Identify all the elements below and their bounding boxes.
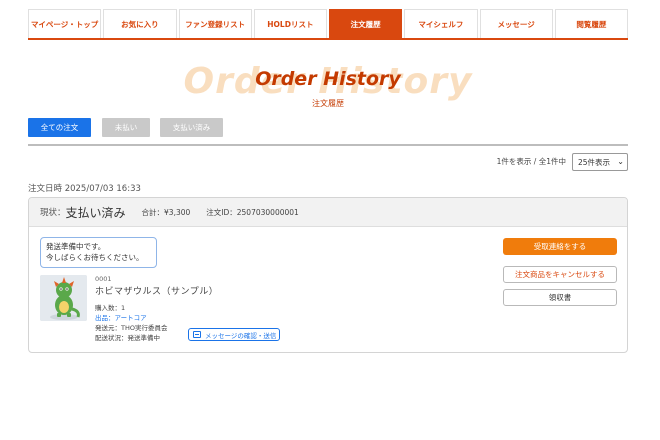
shipping-status: 配送状況：発送準備中: [95, 334, 160, 342]
tab-messages[interactable]: メッセージ: [479, 9, 553, 38]
item-seller: 発送元：THO実行委員会: [95, 324, 168, 332]
status-label: 現状：: [40, 208, 66, 218]
cancel-order-button[interactable]: 注文商品をキャンセルする: [503, 266, 617, 283]
receipt-button[interactable]: 領収書: [503, 289, 617, 306]
filter-paid-button[interactable]: 支払い済み: [160, 118, 223, 137]
per-page-select[interactable]: 25件表示 ⌄: [572, 153, 628, 171]
page-title: Order History: [255, 68, 401, 90]
notice-line-2: 今しばらくお待ちください。: [46, 253, 144, 262]
chevron-down-icon: ⌄: [617, 157, 624, 166]
notice-line-1: 発送準備中です。: [46, 242, 106, 251]
page-hero: Order History Order History 注文履歴: [28, 58, 628, 114]
message-icon: [193, 331, 201, 338]
tab-my-shelf[interactable]: マイシェルフ: [404, 9, 478, 38]
item-quantity: 購入数：1: [95, 304, 126, 312]
tab-hold-list[interactable]: HOLDリスト: [253, 9, 327, 38]
confirm-receipt-button[interactable]: 受取連絡をする: [503, 238, 617, 255]
item-code: 0001: [95, 275, 112, 283]
order-card: 現状： 支払い済み 合計：¥3,300 注文ID：2507030000001 発…: [28, 197, 628, 353]
divider: [28, 144, 628, 146]
dinosaur-figure-image: [40, 275, 87, 321]
shipping-notice: 発送準備中です。 今しばらくお待ちください。: [40, 237, 157, 268]
order-id: 注文ID：2507030000001: [206, 207, 299, 217]
tab-mypage-top[interactable]: マイページ・トップ: [28, 9, 102, 38]
filter-unpaid-button[interactable]: 未払い: [102, 118, 150, 137]
tab-fan-list[interactable]: ファン登録リスト: [178, 9, 252, 38]
per-page-value: 25件表示: [578, 157, 611, 167]
result-count: 1件を表示 / 全1件中: [496, 157, 566, 166]
order-date: 注文日時 2025/07/03 16:33: [28, 184, 141, 194]
tab-order-history[interactable]: 注文履歴: [329, 9, 403, 38]
item-name: ホビマザウルス（サンプル）: [95, 287, 219, 297]
tab-browsing-history[interactable]: 閲覧履歴: [554, 9, 628, 38]
shop-link[interactable]: 出品：アートコア: [95, 312, 147, 322]
tab-favorites[interactable]: お気に入り: [103, 9, 177, 38]
mypage-tabs: マイページ・トップ お気に入り ファン登録リスト HOLDリスト 注文履歴 マイ…: [28, 9, 628, 40]
order-card-header: 現状： 支払い済み 合計：¥3,300 注文ID：2507030000001: [29, 198, 627, 227]
page-subtitle: 注文履歴: [312, 99, 344, 108]
product-thumbnail[interactable]: [40, 275, 87, 321]
message-button[interactable]: メッセージの確認・送信: [188, 328, 280, 341]
message-button-label: メッセージの確認・送信: [205, 331, 277, 340]
filter-all-orders-button[interactable]: 全ての注文: [28, 118, 91, 137]
status-value: 支払い済み: [65, 205, 126, 220]
order-total: 合計：¥3,300: [141, 207, 191, 217]
